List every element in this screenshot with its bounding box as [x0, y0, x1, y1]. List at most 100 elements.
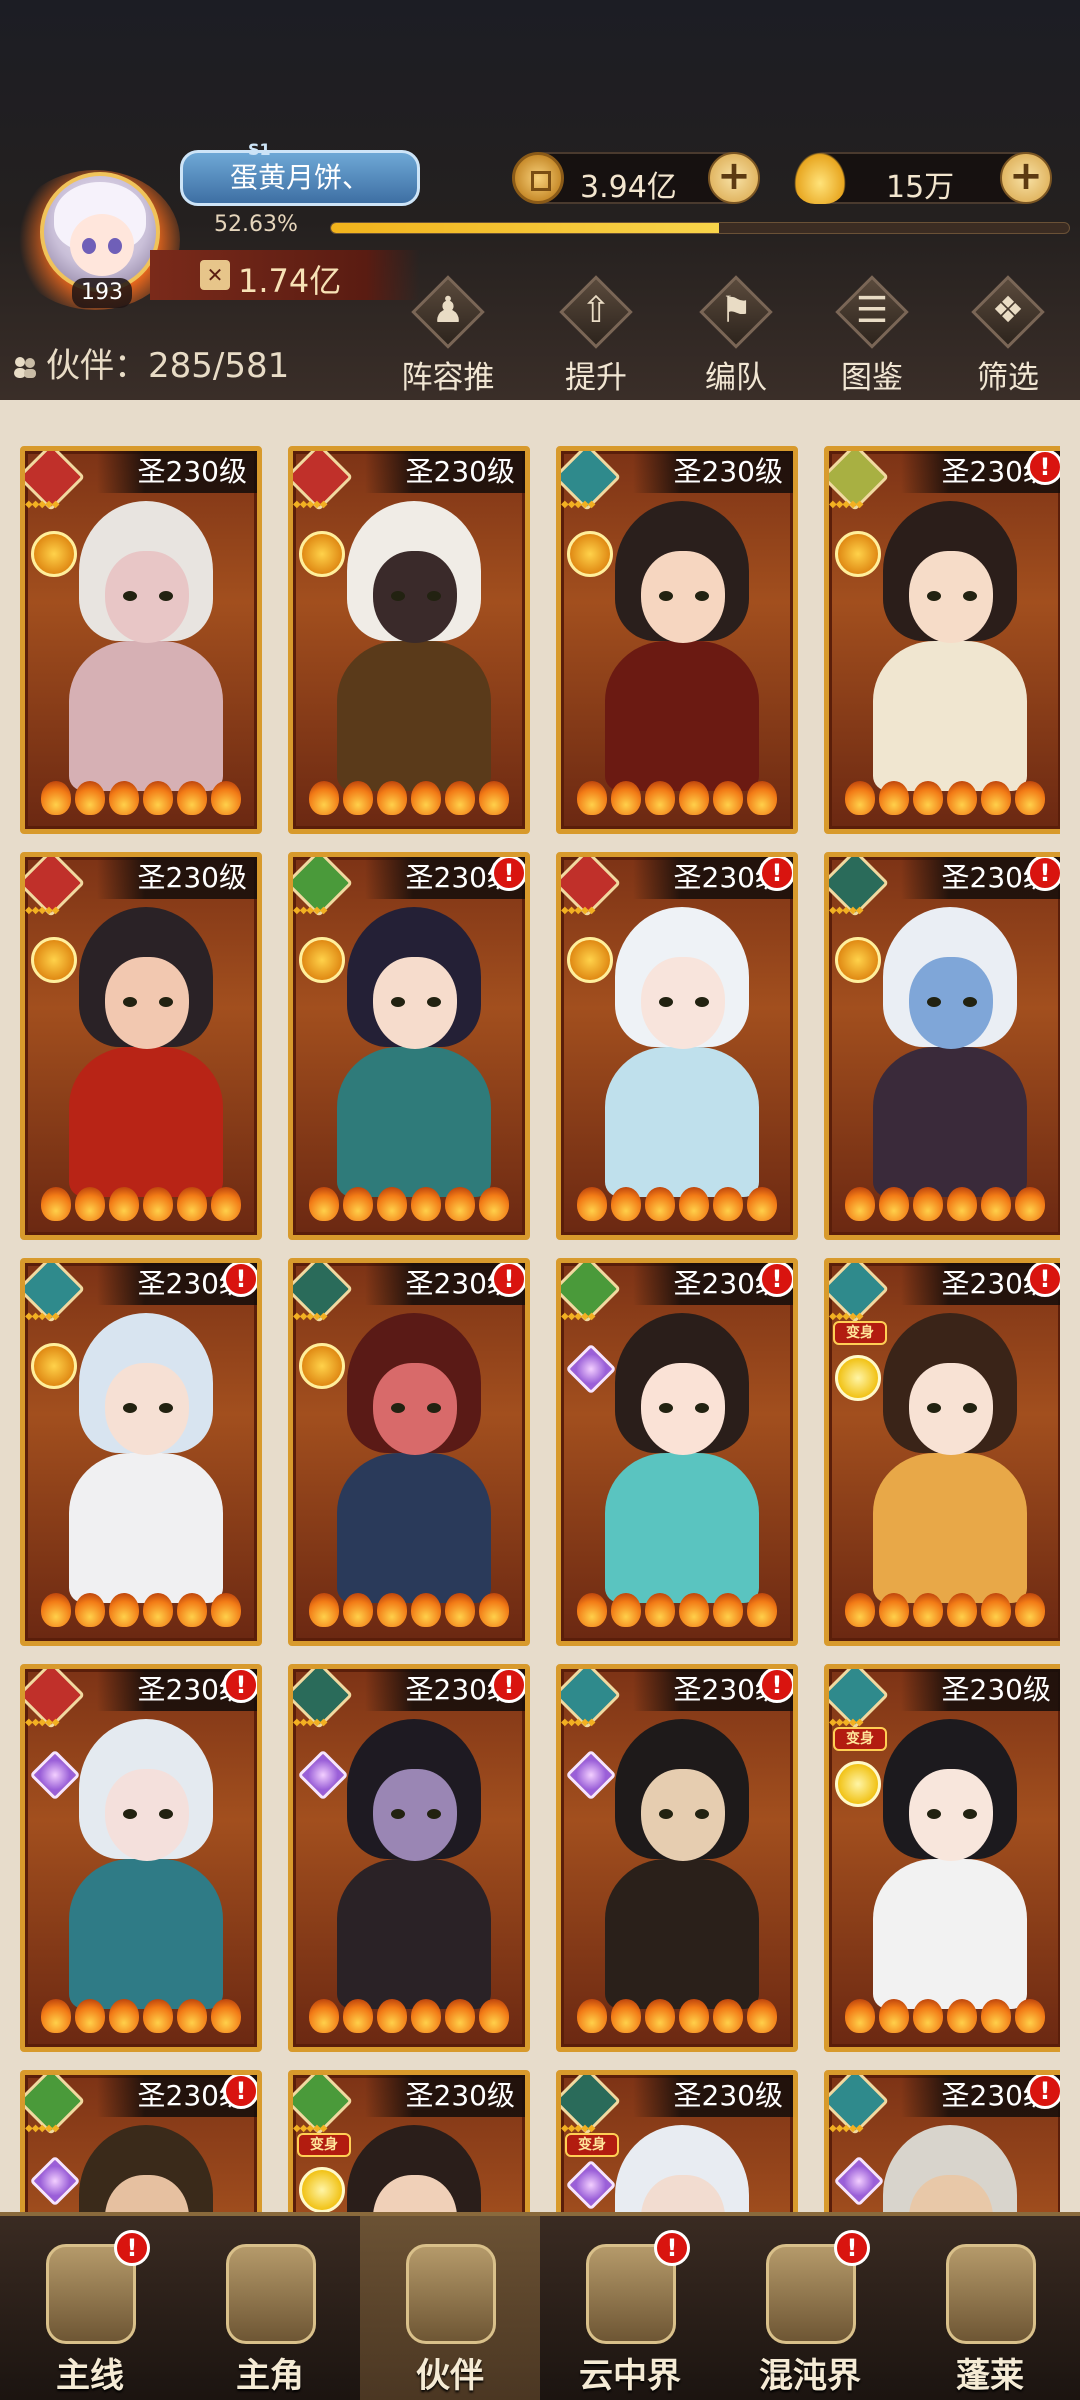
- flame-star-icon: [981, 1593, 1011, 1627]
- flame-stars: [829, 1593, 1060, 1637]
- add-gold-button[interactable]: +: [1000, 152, 1052, 204]
- flame-star-icon: [377, 781, 407, 815]
- flame-star-icon: [747, 1187, 777, 1221]
- coin-currency: 3.94亿 +: [512, 152, 760, 205]
- avatar[interactable]: [40, 172, 160, 292]
- partner-card[interactable]: ◆◆◆◆◆ 圣230级!: [20, 1664, 262, 2052]
- flame-star-icon: [411, 1999, 441, 2033]
- flame-star-icon: [479, 1999, 509, 2033]
- alert-icon: !: [1027, 2075, 1060, 2109]
- flame-star-icon: [879, 1593, 909, 1627]
- nav-penglai[interactable]: 蓬莱: [900, 2216, 1080, 2400]
- flame-star-icon: [913, 1187, 943, 1221]
- flame-star-icon: [879, 1187, 909, 1221]
- partner-portrait: [575, 1709, 789, 2009]
- partner-card[interactable]: ◆◆◆◆◆ 圣230级: [20, 852, 262, 1240]
- flame-star-icon: [211, 1999, 241, 2033]
- partner-card[interactable]: ◆◆◆◆◆ 变身 圣230级: [288, 2070, 530, 2212]
- flame-star-icon: [645, 781, 675, 815]
- partner-card[interactable]: ◆◆◆◆◆ 圣230级: [556, 446, 798, 834]
- gold-ingot-icon: [794, 152, 846, 204]
- partner-card[interactable]: ◆◆◆◆◆ 圣230级!: [824, 852, 1060, 1240]
- flame-star-icon: [211, 1593, 241, 1627]
- flame-star-icon: [1015, 1999, 1045, 2033]
- partner-portrait: [39, 2115, 253, 2212]
- add-coin-button[interactable]: +: [708, 152, 760, 204]
- coin-amount: 3.94亿: [580, 170, 677, 205]
- flame-stars: [25, 1187, 257, 1231]
- upgrade-button[interactable]: ⇧ 提升: [536, 275, 656, 398]
- formation-button[interactable]: ⚑ 编队: [676, 275, 796, 398]
- codex-button[interactable]: ☰ 图鉴: [812, 275, 932, 398]
- transform-badge: 变身: [833, 1727, 887, 1751]
- flame-star-icon: [41, 1593, 71, 1627]
- partner-card[interactable]: ◆◆◆◆◆ 变身 圣230级!: [824, 1258, 1060, 1646]
- partner-card[interactable]: ◆◆◆◆◆ 变身 圣230级: [556, 2070, 798, 2212]
- top-header: 193 蛋黄月饼、 S1 52.63% ✕ 1.74亿 3.94亿 + 15万 …: [0, 0, 1080, 441]
- gold-amount: 15万: [886, 170, 955, 205]
- partner-portrait: [39, 491, 253, 791]
- partner-card[interactable]: ◆◆◆◆◆ 圣230级!: [824, 446, 1060, 834]
- partner-card[interactable]: ◆◆◆◆◆ 圣230级: [288, 446, 530, 834]
- partner-portrait: [843, 1303, 1057, 1603]
- partner-card[interactable]: ◆◆◆◆◆ 圣230级!: [20, 2070, 262, 2212]
- flame-star-icon: [143, 1187, 173, 1221]
- partner-card[interactable]: ◆◆◆◆◆ 圣230级!: [20, 1258, 262, 1646]
- sun-icon: [31, 937, 77, 983]
- flame-star-icon: [411, 781, 441, 815]
- flame-star-icon: [845, 781, 875, 815]
- partner-card[interactable]: ◆◆◆◆◆ 圣230级!: [556, 852, 798, 1240]
- flame-star-icon: [679, 1187, 709, 1221]
- flame-star-icon: [747, 1593, 777, 1627]
- flame-star-icon: [1015, 1593, 1045, 1627]
- alert-icon: !: [1027, 1263, 1060, 1297]
- flame-star-icon: [109, 1187, 139, 1221]
- flame-star-icon: [1015, 1187, 1045, 1221]
- partner-card[interactable]: ◆◆◆◆◆ 圣230级!: [556, 1664, 798, 2052]
- flame-star-icon: [981, 1187, 1011, 1221]
- partner-portrait: [843, 2115, 1057, 2212]
- menu-label: 筛选: [977, 360, 1039, 396]
- moon-icon: [835, 1761, 881, 1807]
- flame-star-icon: [611, 1999, 641, 2033]
- alert-icon: !: [491, 1669, 525, 1703]
- grade-dots: ◆◆◆◆◆: [829, 905, 863, 916]
- partner-card[interactable]: ◆◆◆◆◆ 圣230级!: [824, 2070, 1060, 2212]
- flame-stars: [25, 1999, 257, 2043]
- nav-hero[interactable]: 主角: [180, 2216, 360, 2400]
- partner-card[interactable]: ◆◆◆◆◆ 圣230级!: [556, 1258, 798, 1646]
- flame-star-icon: [747, 781, 777, 815]
- flame-star-icon: [75, 1999, 105, 2033]
- alert-icon: !: [223, 2075, 257, 2109]
- flame-star-icon: [177, 1999, 207, 2033]
- partner-card[interactable]: ◆◆◆◆◆ 圣230级: [20, 446, 262, 834]
- player-name[interactable]: 蛋黄月饼、: [180, 150, 420, 206]
- partner-card[interactable]: ◆◆◆◆◆ 圣230级!: [288, 1258, 530, 1646]
- nav-partner[interactable]: 伙伴: [360, 2216, 540, 2400]
- alert-icon: !: [1027, 451, 1060, 485]
- partner-portrait: [307, 491, 521, 791]
- penglai-icon: [946, 2244, 1036, 2344]
- flame-star-icon: [143, 1999, 173, 2033]
- moon-icon: [299, 2167, 345, 2212]
- lineup-recommend-button[interactable]: ♟ 阵容推荐: [388, 275, 508, 441]
- sun-icon: [31, 1343, 77, 1389]
- nav-cloud-realm[interactable]: 云中界!: [540, 2216, 720, 2400]
- partner-portrait: [575, 2115, 789, 2212]
- nav-chaos-realm[interactable]: 混沌界!: [720, 2216, 900, 2400]
- grade-dots: ◆◆◆◆◆: [561, 1717, 595, 1728]
- nav-mainline[interactable]: 主线!: [0, 2216, 180, 2400]
- filter-button[interactable]: ❖ 筛选: [948, 275, 1068, 398]
- copper-coin-icon: [512, 152, 564, 204]
- flame-star-icon: [577, 1593, 607, 1627]
- grade-dots: ◆◆◆◆◆: [561, 499, 595, 510]
- partner-card[interactable]: ◆◆◆◆◆ 圣230级!: [288, 1664, 530, 2052]
- flame-star-icon: [143, 781, 173, 815]
- flame-star-icon: [577, 1999, 607, 2033]
- flame-star-icon: [611, 1593, 641, 1627]
- partner-card[interactable]: ◆◆◆◆◆ 变身 圣230级: [824, 1664, 1060, 2052]
- flame-stars: [25, 781, 257, 825]
- transform-badge: 变身: [565, 2133, 619, 2157]
- nav-label: 混沌界: [759, 2356, 861, 2396]
- partner-card[interactable]: ◆◆◆◆◆ 圣230级!: [288, 852, 530, 1240]
